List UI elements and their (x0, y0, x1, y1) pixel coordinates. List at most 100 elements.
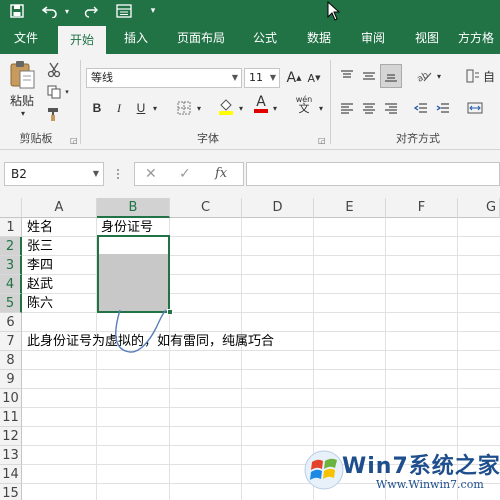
cut-icon[interactable] (44, 60, 64, 80)
row-header-12[interactable]: 12 (0, 427, 22, 446)
wrap-text-label[interactable]: 自 (482, 66, 496, 86)
active-cell[interactable] (99, 237, 168, 254)
column-header-g[interactable]: G (458, 198, 500, 218)
borders-icon[interactable] (174, 98, 194, 118)
column-header-b[interactable]: B (97, 198, 170, 218)
redo-icon[interactable] (82, 0, 100, 22)
ribbon-tabs: 文件 开始 插入 页面布局 公式 数据 审阅 视图 方方格 (0, 22, 500, 54)
insert-function-icon[interactable]: fx (215, 163, 227, 185)
row-header-1[interactable]: 1 (0, 218, 22, 237)
row-gridline (22, 312, 500, 313)
row-header-9[interactable]: 9 (0, 370, 22, 389)
tab-formulas[interactable]: 公式 (242, 22, 288, 54)
copy-dropdown-icon[interactable]: ▾ (63, 82, 71, 102)
font-color-button[interactable]: A (252, 94, 270, 114)
row-header-6[interactable]: 6 (0, 313, 22, 332)
cell-a4[interactable]: 赵武 (23, 275, 53, 294)
row-header-3[interactable]: 3 (0, 256, 22, 275)
formula-bar-splitter-icon[interactable] (116, 168, 122, 180)
phonetic-dropdown-icon[interactable]: ▾ (316, 98, 326, 118)
row-header-15[interactable]: 15 (0, 484, 22, 500)
align-right-icon[interactable] (382, 98, 400, 118)
formula-buttons: ✕ ✓ fx (134, 162, 244, 186)
row-header-14[interactable]: 14 (0, 465, 22, 484)
align-left-icon[interactable] (338, 98, 356, 118)
font-name-value: 等线 (91, 71, 113, 84)
clipboard-group-label: 剪贴板 (19, 132, 53, 145)
row-gridline (22, 369, 500, 370)
paste-dropdown-icon[interactable]: ▾ (18, 108, 28, 118)
shrink-font-button[interactable]: A ▼ (306, 68, 322, 88)
save-icon[interactable] (8, 0, 26, 22)
copy-icon[interactable] (44, 82, 64, 102)
tab-file[interactable]: 文件 (2, 22, 50, 54)
align-bottom-icon[interactable] (380, 64, 402, 88)
paste-icon[interactable] (6, 60, 38, 90)
wrap-text-icon[interactable] (464, 66, 482, 86)
customize-dropdown-icon[interactable]: ▾ (146, 0, 160, 22)
chevron-down-icon: ▼ (269, 73, 276, 82)
grow-font-button[interactable]: A ▲ (286, 68, 302, 88)
fill-color-dropdown-icon[interactable]: ▾ (236, 98, 246, 118)
fill-color-icon[interactable] (216, 96, 236, 116)
tab-view[interactable]: 视图 (404, 22, 450, 54)
align-middle-icon[interactable] (360, 66, 378, 86)
underline-button[interactable]: U (132, 98, 150, 118)
font-size-select[interactable]: 11 ▼ (244, 68, 280, 88)
format-painter-icon[interactable] (44, 104, 64, 124)
cell-b1[interactable]: 身份证号 (97, 218, 153, 237)
font-color-dropdown-icon[interactable]: ▾ (270, 98, 280, 118)
column-header-c[interactable]: C (170, 198, 242, 218)
undo-dropdown-icon[interactable]: ▾ (62, 0, 72, 22)
tab-home[interactable]: 开始 (58, 26, 106, 54)
row-header-2[interactable]: 2 (0, 237, 22, 256)
column-gridline (241, 218, 242, 500)
column-header-d[interactable]: D (242, 198, 314, 218)
select-all-corner[interactable] (0, 198, 22, 218)
font-name-select[interactable]: 等线 ▼ (86, 68, 242, 88)
paste-button[interactable]: 粘贴 (6, 92, 38, 108)
cell-a2[interactable]: 张三 (23, 237, 53, 256)
cell-a1[interactable]: 姓名 (23, 218, 53, 237)
row-gridline (22, 293, 500, 294)
row-header-4[interactable]: 4 (0, 275, 22, 294)
formula-input[interactable] (246, 162, 500, 186)
tab-page-layout[interactable]: 页面布局 (168, 22, 234, 54)
column-header-e[interactable]: E (314, 198, 386, 218)
merge-center-icon[interactable] (464, 98, 486, 118)
cancel-icon[interactable]: ✕ (145, 163, 157, 185)
font-dialog-launcher-icon[interactable]: ◲ (318, 136, 326, 145)
column-header-f[interactable]: F (386, 198, 458, 218)
tab-review[interactable]: 审阅 (350, 22, 396, 54)
font-color-glyph: A (256, 94, 266, 110)
underline-dropdown-icon[interactable]: ▾ (150, 98, 160, 118)
bold-button[interactable]: B (88, 98, 106, 118)
decrease-indent-icon[interactable] (412, 98, 430, 118)
row-header-13[interactable]: 13 (0, 446, 22, 465)
column-header-a[interactable]: A (22, 198, 97, 218)
row-header-8[interactable]: 8 (0, 351, 22, 370)
italic-button[interactable]: I (110, 98, 128, 118)
name-box[interactable]: B2 ▼ (4, 162, 104, 186)
row-header-10[interactable]: 10 (0, 389, 22, 408)
row-header-11[interactable]: 11 (0, 408, 22, 427)
row-header-7[interactable]: 7 (0, 332, 22, 351)
orientation-icon[interactable]: ab (414, 66, 434, 86)
align-top-icon[interactable] (338, 66, 356, 86)
tab-data[interactable]: 数据 (296, 22, 342, 54)
undo-icon[interactable] (40, 0, 60, 22)
form-icon[interactable] (114, 0, 134, 22)
phonetic-guide-button[interactable]: wén 文 (292, 94, 316, 114)
orientation-dropdown-icon[interactable]: ▾ (434, 66, 444, 86)
align-center-icon[interactable] (360, 98, 378, 118)
row-header-5[interactable]: 5 (0, 294, 22, 313)
tab-fangfangge[interactable]: 方方格 (458, 22, 500, 54)
clipboard-dialog-launcher-icon[interactable]: ◲ (70, 136, 78, 145)
enter-icon[interactable]: ✓ (179, 163, 191, 185)
tab-insert[interactable]: 插入 (112, 22, 160, 54)
ribbon-home: 粘贴 ▾ ▾ 剪贴板 ◲ 等线 ▼ 11 ▼ A ▲ A ▼ B I U ▾ ▾ ▾… (0, 54, 500, 150)
borders-dropdown-icon[interactable]: ▾ (194, 98, 204, 118)
cell-a5[interactable]: 陈六 (23, 294, 53, 313)
cell-a3[interactable]: 李四 (23, 256, 53, 275)
increase-indent-icon[interactable] (434, 98, 452, 118)
